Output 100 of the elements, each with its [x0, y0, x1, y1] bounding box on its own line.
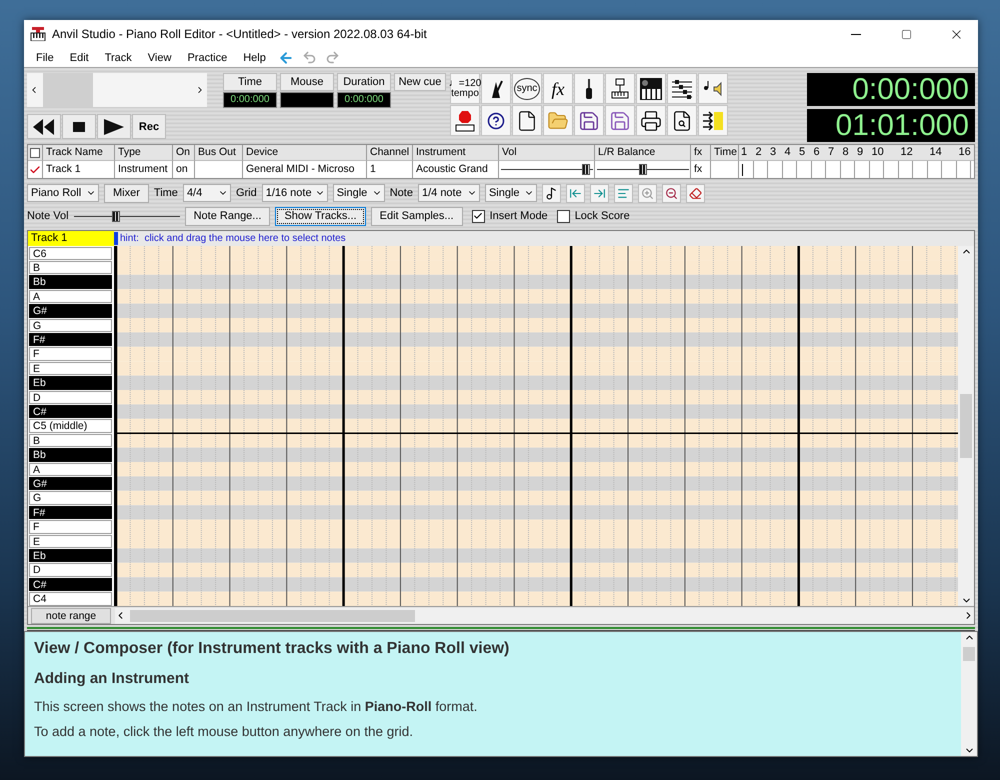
piano-key[interactable]: F: [29, 347, 112, 361]
piano-key[interactable]: C4: [29, 592, 112, 606]
checkbox[interactable]: [472, 210, 485, 222]
table-cell: fx: [691, 160, 711, 178]
menu-item[interactable]: Track: [98, 52, 138, 64]
readout-label: Time: [223, 73, 277, 91]
effects-button[interactable]: fx: [543, 73, 573, 104]
menu-item[interactable]: Help: [237, 52, 272, 64]
volume-slider[interactable]: [500, 161, 592, 178]
piano-key[interactable]: B: [29, 434, 112, 448]
checkbox[interactable]: [556, 210, 570, 222]
piano-key[interactable]: D: [29, 563, 112, 577]
view-dropdown[interactable]: Piano Roll: [27, 184, 99, 202]
piano-key[interactable]: G: [29, 318, 112, 332]
new-cue-button[interactable]: New cue: [394, 73, 446, 91]
new-file-button[interactable]: [512, 105, 542, 136]
help-button[interactable]: [481, 105, 511, 136]
readout-label: Duration: [337, 73, 391, 91]
help-scrollbar[interactable]: [961, 632, 977, 756]
arrange-button[interactable]: [698, 105, 728, 136]
mixer-button[interactable]: Mixer: [104, 184, 149, 202]
note-tool-button[interactable]: [542, 184, 561, 202]
check-icon: [473, 211, 484, 221]
column-header: Track Name: [43, 145, 115, 160]
scroll-thumb[interactable]: [963, 647, 975, 661]
scroll-thumb[interactable]: [130, 610, 415, 622]
print-preview-button[interactable]: [667, 105, 697, 136]
metronome-button[interactable]: [481, 73, 511, 104]
eraser-button[interactable]: [686, 184, 705, 202]
note-dropdown[interactable]: 1/4 note: [418, 184, 480, 202]
save-button[interactable]: [574, 105, 604, 136]
notes-speaker-button[interactable]: [698, 73, 728, 104]
piano-key[interactable]: F#: [29, 506, 112, 520]
note-range-button[interactable]: note range: [31, 608, 111, 624]
piano-key[interactable]: C#: [29, 578, 112, 592]
save-as-button[interactable]: [605, 105, 635, 136]
record-button[interactable]: Rec: [132, 114, 166, 139]
mixer-sliders-button[interactable]: [667, 73, 697, 104]
grid-dropdown[interactable]: 1/16 note: [262, 184, 328, 202]
stop-button[interactable]: [62, 114, 96, 139]
tempo-button[interactable]: ♩=120 tempo: [450, 73, 480, 104]
piano-key[interactable]: A: [29, 290, 112, 304]
scroll-thumb[interactable]: [960, 394, 972, 458]
position-scrollbar[interactable]: [27, 73, 207, 107]
piano-key[interactable]: F#: [29, 332, 112, 346]
slider-thumb[interactable]: [582, 164, 590, 175]
dialog-button[interactable]: Edit Samples...: [370, 206, 463, 226]
menu-item[interactable]: Practice: [181, 52, 234, 64]
rewind-button[interactable]: [27, 114, 61, 139]
piano-key[interactable]: E: [29, 362, 112, 376]
horizontal-scrollbar[interactable]: [115, 608, 974, 624]
plug-button[interactable]: [574, 73, 604, 104]
synthesizer-icon: [640, 78, 662, 100]
piano-roll-grid[interactable]: [116, 246, 958, 606]
piano-key[interactable]: C5 (middle): [29, 419, 112, 433]
jump-end-button[interactable]: [590, 184, 609, 202]
menu-item[interactable]: File: [30, 52, 60, 64]
folder-icon: [547, 110, 569, 132]
synthesizer-button[interactable]: [636, 73, 666, 104]
keyboard-stand-button[interactable]: [605, 73, 635, 104]
print-button[interactable]: [636, 105, 666, 136]
menu-item[interactable]: View: [142, 52, 178, 64]
menu-item[interactable]: Edit: [64, 52, 95, 64]
piano-key[interactable]: C6: [29, 246, 112, 260]
slider-thumb[interactable]: [638, 164, 646, 175]
grid-mode-dropdown[interactable]: Single: [332, 184, 385, 202]
select-all-checkbox[interactable]: [30, 148, 40, 158]
time-signature-dropdown[interactable]: 4/4: [182, 184, 231, 202]
piano-key[interactable]: F: [29, 520, 112, 534]
piano-key[interactable]: C#: [29, 404, 112, 418]
zoom-in-button[interactable]: [638, 184, 657, 202]
slider-thumb[interactable]: [112, 210, 120, 222]
zoom-out-button[interactable]: [662, 184, 681, 202]
jump-start-button[interactable]: [566, 184, 585, 202]
piano-key[interactable]: Eb: [29, 376, 112, 390]
scroll-thumb[interactable]: [43, 73, 93, 107]
table-cell: Track 1: [43, 160, 115, 178]
dialog-button[interactable]: Note Range...: [184, 206, 270, 226]
piano-key[interactable]: B: [29, 260, 112, 274]
note-mode-dropdown[interactable]: Single: [484, 184, 537, 202]
piano-key[interactable]: G#: [29, 477, 112, 490]
vertical-scrollbar[interactable]: [958, 246, 974, 606]
measure-number: 6: [812, 145, 821, 160]
left-arrow-icon: [278, 50, 294, 66]
piano-key[interactable]: A: [29, 462, 112, 476]
arrow-to-end-icon: [592, 186, 606, 200]
play-button[interactable]: [97, 114, 131, 139]
piano-key[interactable]: Eb: [29, 549, 112, 562]
dialog-button[interactable]: Show Tracks...: [275, 206, 366, 226]
piano-key[interactable]: G#: [29, 304, 112, 318]
lines-button[interactable]: [614, 184, 633, 202]
piano-key[interactable]: E: [29, 534, 112, 548]
balance-slider[interactable]: [596, 161, 688, 178]
piano-key[interactable]: Bb: [29, 275, 112, 289]
time-label: Time: [154, 187, 178, 199]
piano-key[interactable]: D: [29, 390, 112, 404]
sync-button[interactable]: sync: [512, 73, 542, 104]
record-keyboard-button[interactable]: [450, 105, 480, 136]
piano-key[interactable]: G: [29, 491, 112, 505]
piano-key[interactable]: Bb: [29, 448, 112, 462]
